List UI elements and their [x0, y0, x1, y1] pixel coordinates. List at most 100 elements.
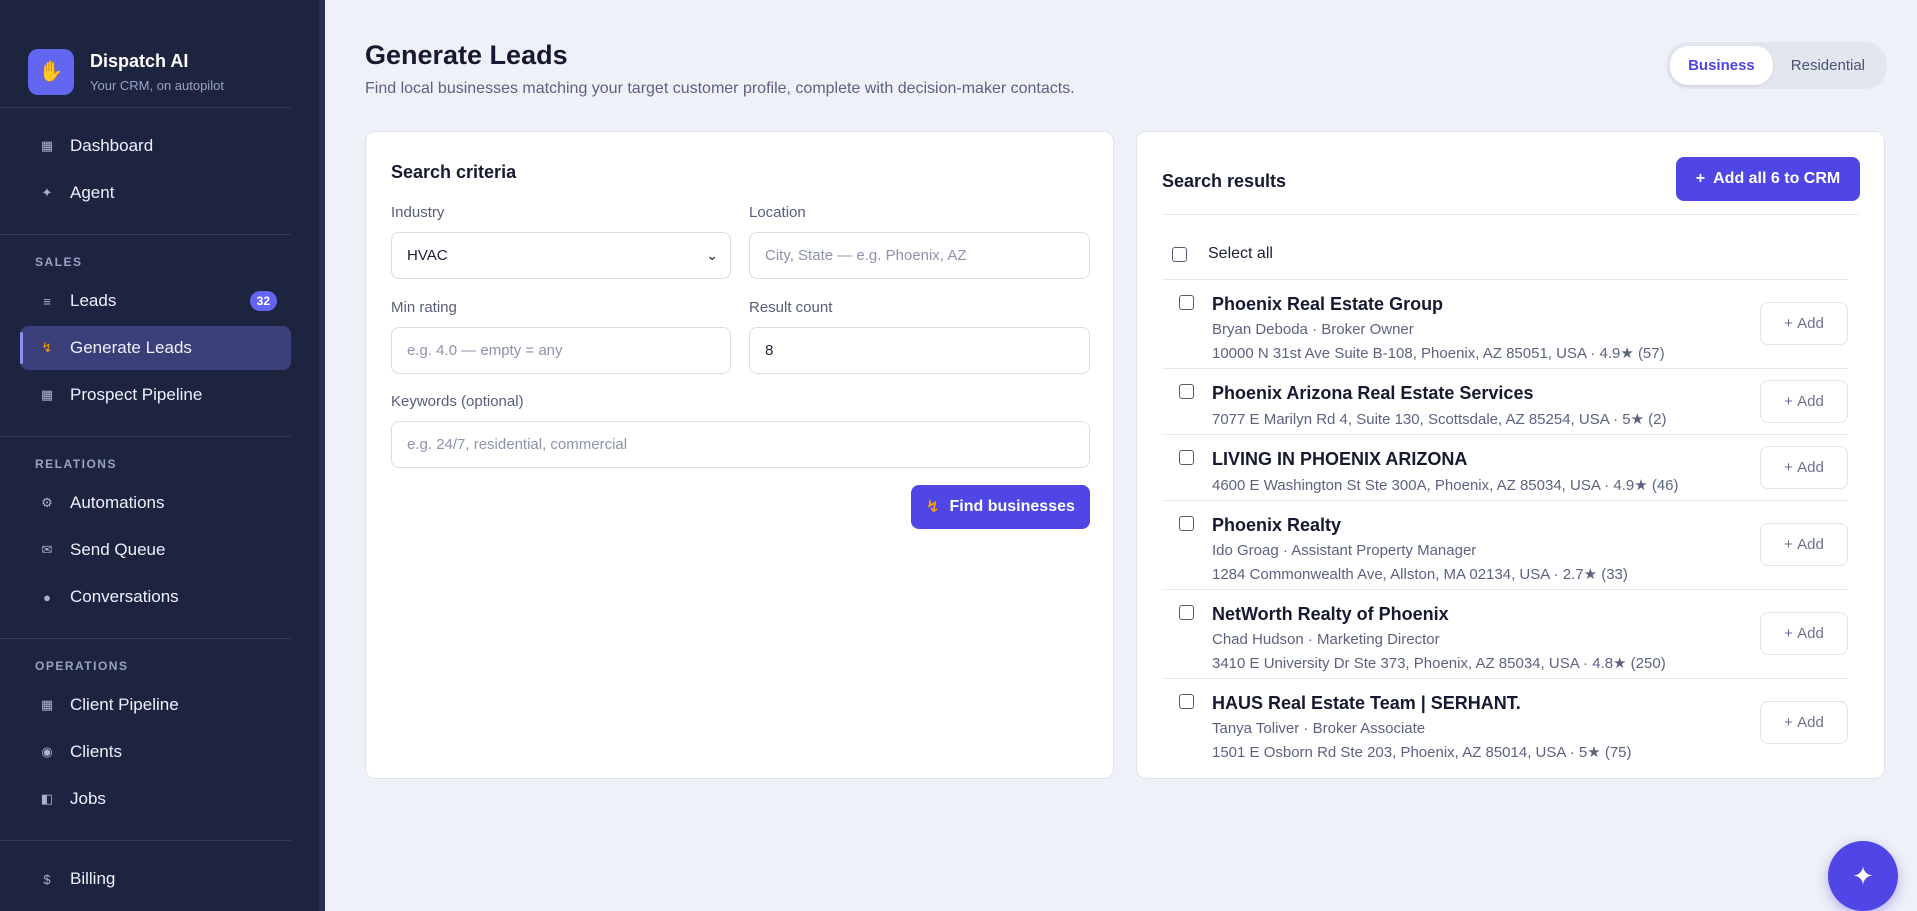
- result-checkbox[interactable]: [1179, 516, 1194, 531]
- add-button[interactable]: + Add: [1760, 445, 1848, 489]
- result-name: NetWorth Realty of Phoenix: [1212, 604, 1449, 624]
- sidebar-item-prospect-pipeline[interactable]: ▦ Prospect Pipeline: [20, 373, 291, 417]
- mail-icon: ✉: [41, 542, 53, 557]
- find-businesses-button[interactable]: ↯ Find businesses: [911, 485, 1090, 529]
- grid-icon: ▦: [40, 138, 54, 153]
- sidebar-item-label: Leads: [70, 291, 117, 310]
- brand[interactable]: ✋ Dispatch AI Your CRM, on autopilot: [0, 0, 291, 108]
- list-item: Phoenix Realty Ido Groag · Assistant Pro…: [1162, 501, 1848, 590]
- main-content: Generate Leads Find local businesses mat…: [325, 0, 1917, 911]
- sparkle-icon: ✦: [1852, 860, 1874, 891]
- result-address: 1284 Commonwealth Ave, Allston, MA 02134…: [1212, 566, 1628, 583]
- result-name: Phoenix Realty: [1212, 515, 1342, 535]
- list-item: NetWorth Realty of Phoenix Chad Hudson ·…: [1162, 590, 1848, 679]
- plus-icon: +: [1784, 315, 1798, 332]
- select-all-checkbox[interactable]: [1172, 246, 1187, 262]
- sidebar-item-leads[interactable]: ≡ Leads 32: [20, 279, 291, 323]
- list-item: HAUS Real Estate Team | SERHANT. Tanya T…: [1162, 679, 1848, 767]
- bolt-icon: ↯: [926, 499, 940, 516]
- plus-icon: +: [1784, 392, 1798, 410]
- toggle-business[interactable]: Business: [1670, 46, 1773, 85]
- page-title: Generate Leads: [365, 40, 568, 70]
- plus-icon: +: [1784, 536, 1798, 553]
- add-button[interactable]: + Add: [1760, 302, 1848, 345]
- nav-group-operations: OPERATIONS ▦ Client Pipeline ◉ Clients ◧…: [0, 639, 291, 841]
- result-name: HAUS Real Estate Team | SERHANT.: [1212, 693, 1521, 713]
- assistant-fab-button[interactable]: ✦: [1828, 841, 1898, 911]
- add-all-to-crm-button[interactable]: + Add all 6 to CRM: [1676, 157, 1860, 201]
- add-label: Add: [1797, 315, 1824, 332]
- add-label: Add: [1797, 625, 1824, 642]
- sidebar-item-billing[interactable]: $ Billing: [20, 857, 291, 901]
- sidebar-item-agent[interactable]: ✦ Agent: [20, 171, 291, 215]
- nav-group-sales: SALES ≡ Leads 32 ↯ Generate Leads ▦ Pros…: [0, 235, 291, 437]
- add-label: Add: [1797, 536, 1824, 553]
- leads-count-badge: 32: [249, 291, 277, 311]
- plus-icon: +: [1784, 714, 1798, 731]
- nav-heading-relations: RELATIONS: [35, 457, 117, 471]
- add-label: Add: [1797, 714, 1824, 731]
- location-input[interactable]: City, State — e.g. Phoenix, AZ: [749, 232, 1090, 279]
- sidebar-item-automations[interactable]: ⚙ Automations: [20, 481, 291, 525]
- sidebar-item-label: Billing: [70, 869, 116, 888]
- sidebar: ✋ Dispatch AI Your CRM, on autopilot ▦ D…: [0, 0, 325, 911]
- result-address: 10000 N 31st Ave Suite B-108, Phoenix, A…: [1212, 345, 1665, 362]
- list-item: Phoenix Real Estate Group Bryan Deboda ·…: [1162, 280, 1848, 369]
- search-criteria-card: Search criteria Industry HVAC ⌄ Location…: [365, 131, 1114, 779]
- nav-heading-sales: SALES: [35, 255, 83, 269]
- sidebar-item-jobs[interactable]: ◧ Jobs: [20, 777, 291, 821]
- result-checkbox[interactable]: [1179, 450, 1194, 465]
- chat-icon: ●: [43, 589, 51, 605]
- sidebar-item-label: Clients: [70, 742, 122, 761]
- sidebar-item-clients[interactable]: ◉ Clients: [20, 730, 291, 774]
- industry-select[interactable]: HVAC ⌄: [391, 232, 731, 279]
- gear-icon: ⚙: [41, 495, 53, 510]
- sidebar-item-label: Client Pipeline: [70, 695, 179, 714]
- min-rating-input[interactable]: e.g. 4.0 — empty = any: [391, 327, 731, 374]
- min-rating-label: Min rating: [391, 299, 457, 316]
- nav-group-relations: RELATIONS ⚙ Automations ✉ Send Queue ● C…: [0, 437, 291, 639]
- keywords-label: Keywords (optional): [391, 393, 524, 410]
- chevron-down-icon: ⌄: [706, 247, 718, 263]
- result-address: 4600 E Washington St Ste 300A, Phoenix, …: [1212, 477, 1679, 494]
- keywords-input[interactable]: e.g. 24/7, residential, commercial: [391, 421, 1090, 468]
- sidebar-item-conversations[interactable]: ● Conversations: [20, 575, 291, 619]
- sidebar-item-generate-leads[interactable]: ↯ Generate Leads: [20, 326, 291, 370]
- bolt-icon: ↯: [41, 340, 53, 355]
- nav-group-bottom: $ Billing: [0, 841, 291, 911]
- add-label: Add: [1797, 458, 1824, 476]
- location-label: Location: [749, 204, 806, 221]
- brand-tagline: Your CRM, on autopilot: [90, 77, 224, 93]
- toggle-residential[interactable]: Residential: [1773, 46, 1883, 85]
- result-contact: Ido Groag · Assistant Property Manager: [1212, 542, 1477, 559]
- sidebar-item-label: Generate Leads: [70, 338, 192, 357]
- plus-icon: +: [1784, 458, 1798, 476]
- sidebar-item-label: Agent: [70, 183, 115, 202]
- result-contact: Chad Hudson · Marketing Director: [1212, 631, 1440, 648]
- select-all[interactable]: Select all: [1172, 245, 1273, 263]
- add-button[interactable]: + Add: [1760, 612, 1848, 655]
- result-name: LIVING IN PHOENIX ARIZONA: [1212, 449, 1468, 469]
- nav-heading-operations: OPERATIONS: [35, 659, 129, 673]
- result-checkbox[interactable]: [1179, 384, 1194, 399]
- sidebar-item-client-pipeline[interactable]: ▦ Client Pipeline: [20, 683, 291, 727]
- result-count-input[interactable]: 8: [749, 327, 1090, 374]
- plus-icon: +: [1695, 170, 1706, 187]
- dollar-icon: $: [43, 871, 51, 887]
- industry-label: Industry: [391, 204, 445, 221]
- grid-icon: ▦: [40, 387, 54, 402]
- list-item: Phoenix Arizona Real Estate Services 707…: [1162, 369, 1848, 435]
- industry-value: HVAC: [407, 247, 448, 264]
- result-checkbox[interactable]: [1179, 605, 1194, 620]
- search-results-card: Search results + Add all 6 to CRM Select…: [1136, 131, 1885, 779]
- add-button[interactable]: + Add: [1760, 379, 1848, 423]
- add-button[interactable]: + Add: [1760, 523, 1848, 566]
- sidebar-item-label: Prospect Pipeline: [70, 385, 203, 404]
- sidebar-item-dashboard[interactable]: ▦ Dashboard: [20, 124, 291, 168]
- result-contact: Bryan Deboda · Broker Owner: [1212, 321, 1414, 338]
- list-icon: ≡: [43, 293, 51, 309]
- sidebar-item-send-queue[interactable]: ✉ Send Queue: [20, 528, 291, 572]
- result-checkbox[interactable]: [1179, 295, 1194, 310]
- add-button[interactable]: + Add: [1760, 701, 1848, 744]
- result-checkbox[interactable]: [1179, 694, 1194, 709]
